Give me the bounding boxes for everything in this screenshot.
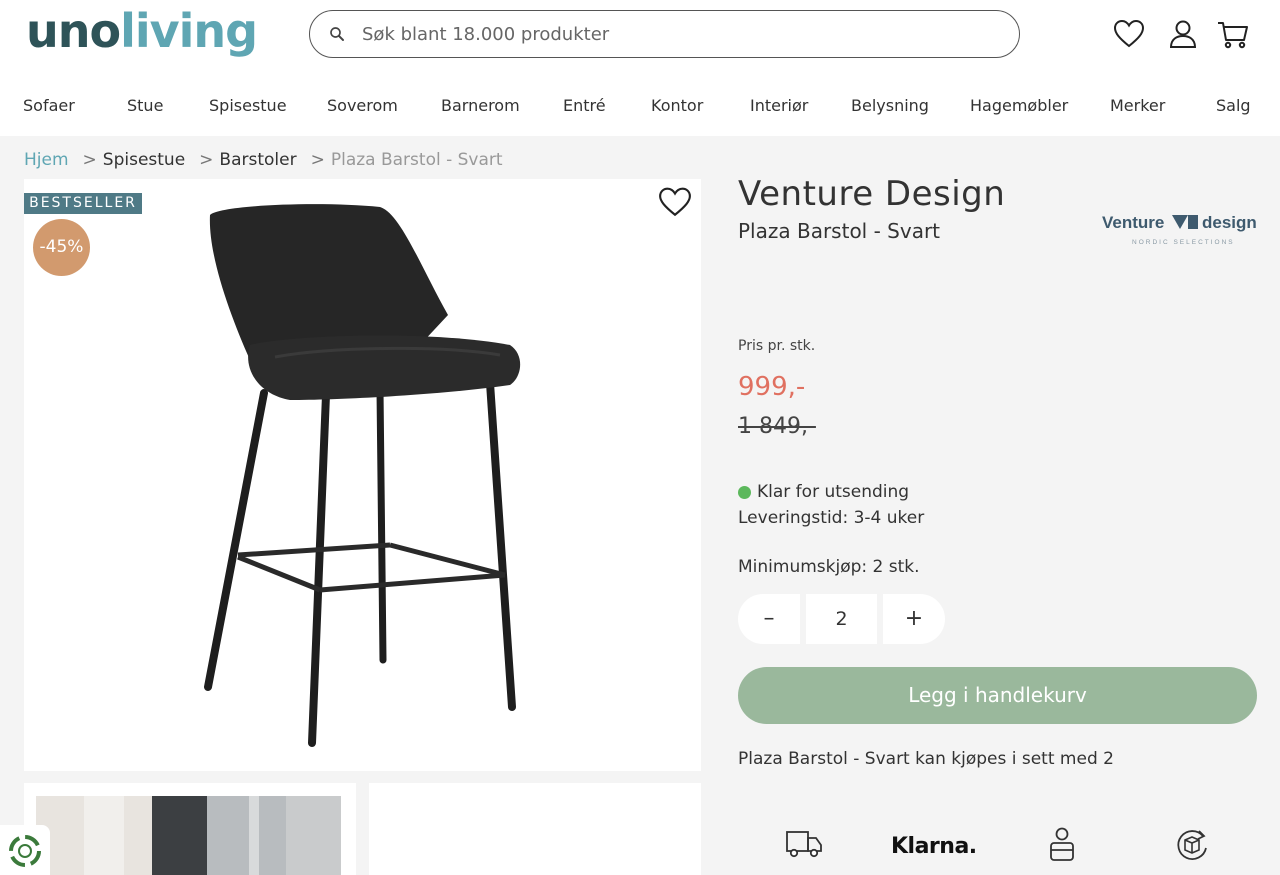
nav-item-spisestue[interactable]: Spisestue	[209, 96, 287, 115]
discount-badge: -45%	[33, 219, 90, 276]
stock-status: Klar for utsending	[738, 482, 909, 502]
nav-item-belysning[interactable]: Belysning	[851, 96, 929, 115]
set-info: Plaza Barstol - Svart kan kjøpes i sett …	[738, 749, 1114, 769]
breadcrumb-separator: >	[82, 150, 97, 170]
search-bar[interactable]	[309, 10, 1020, 58]
stock-status-text: Klar for utsending	[757, 482, 910, 502]
logo-part1: uno	[26, 4, 121, 58]
quantity-input[interactable]	[806, 594, 877, 644]
minimum-purchase: Minimumskjøp: 2 stk.	[738, 557, 920, 577]
nav-item-hagemobler[interactable]: Hagemøbler	[970, 96, 1068, 115]
favorite-heart-icon[interactable]	[658, 186, 692, 218]
quantity-decrease-button[interactable]: –	[738, 594, 800, 644]
original-price: 1 849,-	[738, 414, 816, 439]
main-nav: Sofaer Stue Spisestue Soverom Barnerom E…	[0, 88, 1280, 128]
nav-item-salg[interactable]: Salg	[1216, 96, 1251, 115]
current-price: 999,-	[738, 372, 806, 402]
nav-item-soverom[interactable]: Soverom	[327, 96, 398, 115]
brand-logo[interactable]: Venture design NORDIC SELECTIONS	[1100, 205, 1260, 249]
add-to-cart-button[interactable]: Legg i handlekurv	[738, 667, 1257, 724]
breadcrumb: Hjem > Spisestue > Barstoler > Plaza Barstol -…	[24, 150, 509, 170]
svg-text:NORDIC SELECTIONS: NORDIC SELECTIONS	[1132, 239, 1235, 246]
breadcrumb-spisestue[interactable]: Spisestue	[103, 150, 185, 170]
customer-service-icon	[1050, 827, 1074, 861]
price-label: Pris pr. stk.	[738, 338, 816, 354]
nav-item-stue[interactable]: Stue	[127, 96, 163, 115]
thumbnail-2[interactable]	[369, 783, 701, 875]
user-icon[interactable]	[1167, 18, 1199, 50]
svg-text:design: design	[1202, 213, 1257, 232]
svg-text:Venture: Venture	[1102, 213, 1164, 232]
breadcrumb-home[interactable]: Hjem	[24, 150, 69, 170]
delivery-truck-icon	[786, 831, 822, 858]
site-logo[interactable]: unoliving	[26, 4, 258, 58]
nav-item-sofaer[interactable]: Sofaer	[23, 96, 75, 115]
quantity-increase-button[interactable]: +	[883, 594, 945, 644]
breadcrumb-separator: >	[199, 150, 214, 170]
klarna-logo: Klarna.	[891, 834, 977, 859]
heart-icon[interactable]	[1113, 18, 1145, 50]
logo-part2: living	[120, 4, 258, 58]
cart-icon[interactable]	[1217, 18, 1249, 50]
breadcrumb-barstoler[interactable]: Barstoler	[219, 150, 296, 170]
thumbnail-1[interactable]	[24, 783, 356, 875]
recycle-icon	[9, 835, 41, 867]
product-name: Plaza Barstol - Svart	[738, 219, 941, 243]
product-brand[interactable]: Venture Design	[738, 174, 1005, 214]
site-header: unoliving	[0, 0, 1280, 80]
search-input[interactable]	[362, 23, 962, 45]
thumbnail-room-image	[36, 796, 341, 875]
search-icon[interactable]	[328, 25, 346, 43]
breadcrumb-current: Plaza Barstol - Svart	[330, 150, 503, 170]
delivery-time: Leveringstid: 3-4 uker	[738, 508, 925, 528]
product-image-bar-stool	[204, 204, 521, 747]
return-box-icon	[1177, 830, 1207, 860]
stock-indicator-icon	[738, 485, 751, 499]
nav-item-kontor[interactable]: Kontor	[651, 96, 703, 115]
bestseller-badge: BESTSELLER	[24, 193, 142, 214]
eco-badge[interactable]	[0, 825, 50, 875]
breadcrumb-separator: >	[310, 150, 325, 170]
nav-item-entre[interactable]: Entré	[563, 96, 606, 115]
nav-item-barnerom[interactable]: Barnerom	[441, 96, 520, 115]
nav-item-merker[interactable]: Merker	[1110, 96, 1165, 115]
nav-item-interior[interactable]: Interiør	[750, 96, 808, 115]
